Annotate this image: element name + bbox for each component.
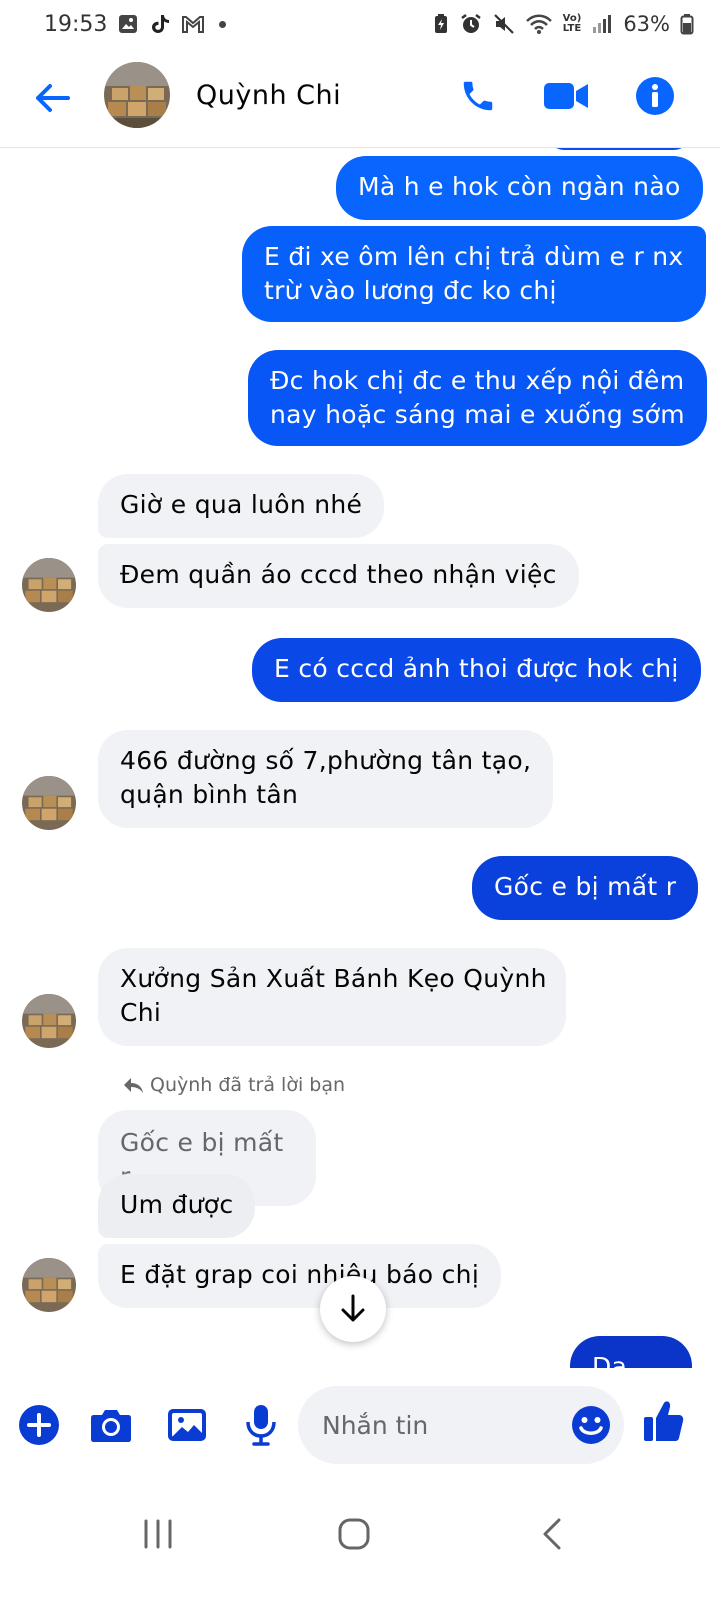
info-button[interactable] bbox=[632, 72, 678, 120]
recent-apps-button[interactable] bbox=[128, 1504, 188, 1564]
camera-icon bbox=[91, 1410, 131, 1442]
microphone-icon bbox=[246, 1405, 276, 1446]
message-bubble-incoming[interactable]: E đặt grap coi nhiêu báo chị bbox=[98, 1244, 502, 1308]
message-bubble-outgoing-partial[interactable] bbox=[548, 148, 690, 150]
gallery-icon bbox=[117, 13, 139, 35]
message-bubble-incoming[interactable]: Giờ e qua luôn nhé bbox=[98, 474, 385, 538]
voice-call-button[interactable] bbox=[456, 72, 500, 120]
contact-avatar-small[interactable] bbox=[22, 994, 76, 1048]
reply-arrow-icon bbox=[124, 1078, 143, 1093]
emoji-icon bbox=[572, 1406, 610, 1444]
like-button[interactable] bbox=[640, 1398, 686, 1444]
video-call-button[interactable] bbox=[540, 72, 592, 120]
camera-button[interactable] bbox=[88, 1402, 134, 1448]
message-bubble-outgoing[interactable]: Dạ chị bbox=[570, 1336, 692, 1368]
tiktok-icon bbox=[149, 13, 171, 35]
chevron-left-icon bbox=[543, 1518, 561, 1550]
message-bubble-incoming[interactable]: Xưởng Sản Xuất Bánh Kẹo Quỳnh Chi bbox=[98, 948, 566, 1046]
contact-avatar[interactable] bbox=[104, 62, 170, 128]
home-icon bbox=[338, 1518, 370, 1550]
scroll-to-bottom-button[interactable] bbox=[320, 1276, 386, 1342]
contact-avatar-small[interactable] bbox=[22, 558, 76, 612]
alarm-icon bbox=[459, 13, 483, 35]
wifi-icon bbox=[525, 13, 553, 35]
battery-percent: 63% bbox=[623, 12, 670, 36]
message-bubble-outgoing[interactable]: Mà h e hok còn ngàn nào bbox=[336, 156, 703, 220]
plus-icon bbox=[19, 1405, 59, 1445]
conversation-header: Quỳnh Chi bbox=[0, 48, 720, 148]
mute-icon bbox=[493, 13, 515, 35]
message-bubble-outgoing[interactable]: Đc hok chị đc e thu xếp nội đêm nay hoặc… bbox=[248, 350, 707, 446]
gallery-button[interactable] bbox=[164, 1402, 210, 1448]
info-icon bbox=[636, 77, 674, 115]
more-notifications-dot bbox=[219, 20, 227, 28]
reply-indicator: Quỳnh đã trả lời bạn bbox=[122, 1074, 345, 1096]
thumbs-up-icon bbox=[644, 1401, 684, 1441]
message-bubble-outgoing[interactable]: E có cccd ảnh thoi được hok chị bbox=[252, 638, 701, 702]
image-icon bbox=[168, 1409, 206, 1441]
volte-icon: Vo) LTE bbox=[562, 13, 582, 34]
battery-saver-icon bbox=[433, 13, 449, 35]
arrow-down-icon bbox=[341, 1294, 365, 1322]
contact-avatar-small[interactable] bbox=[22, 1258, 76, 1312]
gmail-icon bbox=[181, 14, 205, 34]
video-camera-icon bbox=[544, 83, 588, 109]
contact-name[interactable]: Quỳnh Chi bbox=[196, 80, 341, 111]
status-time: 19:53 bbox=[44, 11, 108, 37]
home-button[interactable] bbox=[324, 1504, 384, 1564]
message-bubble-incoming[interactable]: Um được bbox=[98, 1174, 256, 1238]
message-bubble-incoming[interactable]: Đem quần áo cccd theo nhận việc bbox=[98, 544, 579, 608]
contact-avatar-small[interactable] bbox=[22, 776, 76, 830]
system-navigation-bar bbox=[0, 1488, 720, 1600]
status-bar: 19:53 Vo) LTE 63% bbox=[0, 0, 720, 48]
arrow-left-icon bbox=[36, 84, 70, 112]
message-bubble-outgoing[interactable]: Gốc e bị mất r bbox=[472, 856, 699, 920]
message-composer bbox=[0, 1368, 720, 1488]
voice-message-button[interactable] bbox=[238, 1402, 284, 1448]
battery-icon bbox=[680, 13, 694, 35]
recent-apps-icon bbox=[144, 1519, 172, 1549]
more-actions-button[interactable] bbox=[16, 1402, 62, 1448]
message-bubble-incoming[interactable]: 466 đường số 7,phường tân tạo, quận bình… bbox=[98, 730, 554, 828]
back-button[interactable] bbox=[30, 78, 74, 118]
message-bubble-outgoing[interactable]: E đi xe ôm lên chị trả dùm e r nx trừ và… bbox=[242, 226, 706, 322]
message-list[interactable]: Mà h e hok còn ngàn nào E đi xe ôm lên c… bbox=[0, 148, 720, 1368]
emoji-button[interactable] bbox=[570, 1404, 612, 1446]
signal-icon bbox=[591, 13, 613, 35]
system-back-button[interactable] bbox=[522, 1504, 582, 1564]
phone-icon bbox=[463, 81, 493, 111]
reply-note-text: Quỳnh đã trả lời bạn bbox=[150, 1074, 346, 1096]
